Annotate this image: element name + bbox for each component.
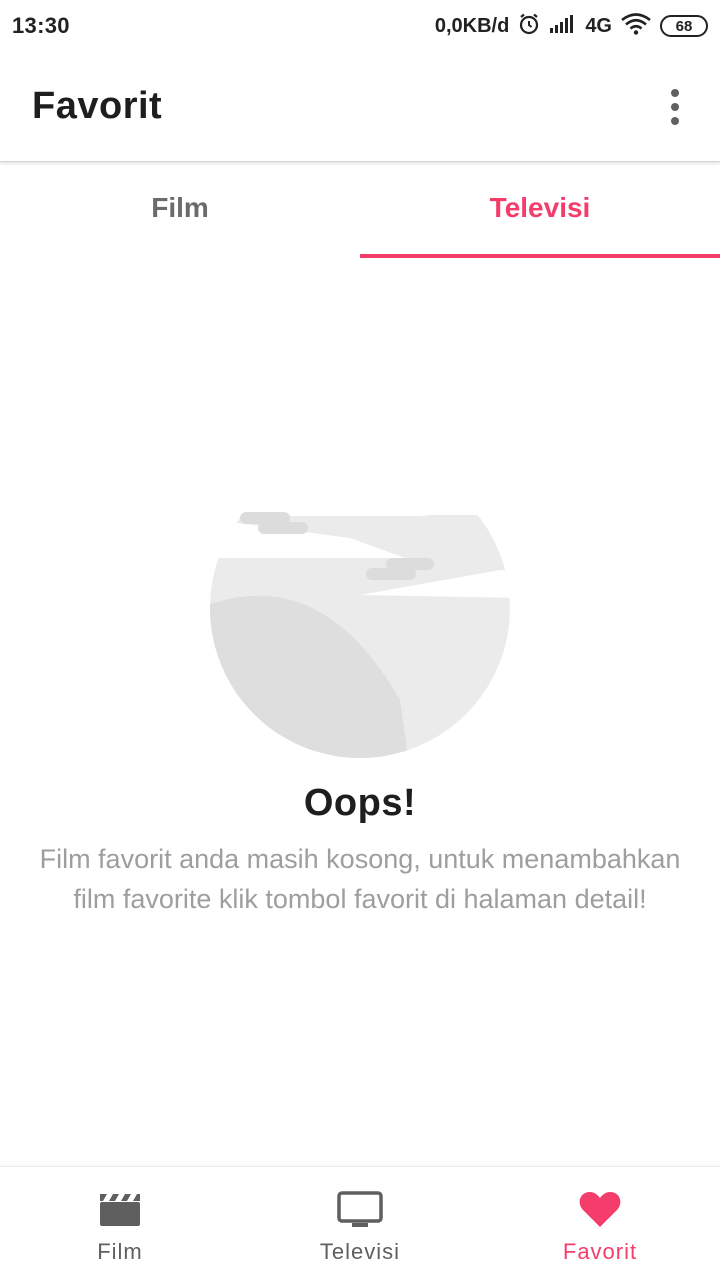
app-bar: Favorit xyxy=(0,52,720,162)
wifi-icon xyxy=(620,12,652,41)
nav-item-televisi[interactable]: Televisi xyxy=(240,1167,480,1280)
nav-label-televisi: Televisi xyxy=(319,1239,401,1264)
nav-label-film: Film xyxy=(97,1239,143,1264)
tab-film[interactable]: Film xyxy=(0,163,360,258)
nav-item-favorit[interactable]: Favorit xyxy=(480,1167,720,1280)
empty-state: Oops! Film favorit anda masih kosong, un… xyxy=(0,440,720,919)
tab-televisi[interactable]: Televisi xyxy=(360,163,720,258)
status-indicators: 0,0KB/d 4G 68 xyxy=(435,12,708,41)
nav-label-favorit: Favorit xyxy=(562,1239,638,1264)
tab-bar: Film Televisi xyxy=(0,163,720,258)
bottom-navigation: Film Televisi Favorit xyxy=(0,1166,720,1280)
nav-item-film[interactable]: Film xyxy=(0,1167,240,1280)
network-speed: 0,0KB/d xyxy=(434,14,510,37)
battery-icon: 68 xyxy=(660,15,708,37)
alarm-icon xyxy=(517,12,541,41)
page-title: Favorit xyxy=(32,85,163,127)
more-vert-icon[interactable] xyxy=(660,87,690,127)
empty-title: Oops! xyxy=(303,782,417,824)
empty-moon-illustration xyxy=(200,440,520,760)
screen: 13:30 0,0KB/d 4G 68 Favorit Film Televis… xyxy=(0,0,720,1280)
signal-icon xyxy=(549,14,577,39)
heart-icon xyxy=(577,1189,623,1229)
tv-icon xyxy=(337,1189,383,1229)
clapperboard-icon xyxy=(97,1189,143,1229)
empty-message: Film favorit anda masih kosong, untuk me… xyxy=(39,844,681,914)
status-time: 13:30 xyxy=(12,13,70,38)
status-bar: 13:30 0,0KB/d 4G 68 xyxy=(0,0,720,52)
network-type: 4G xyxy=(585,14,612,37)
